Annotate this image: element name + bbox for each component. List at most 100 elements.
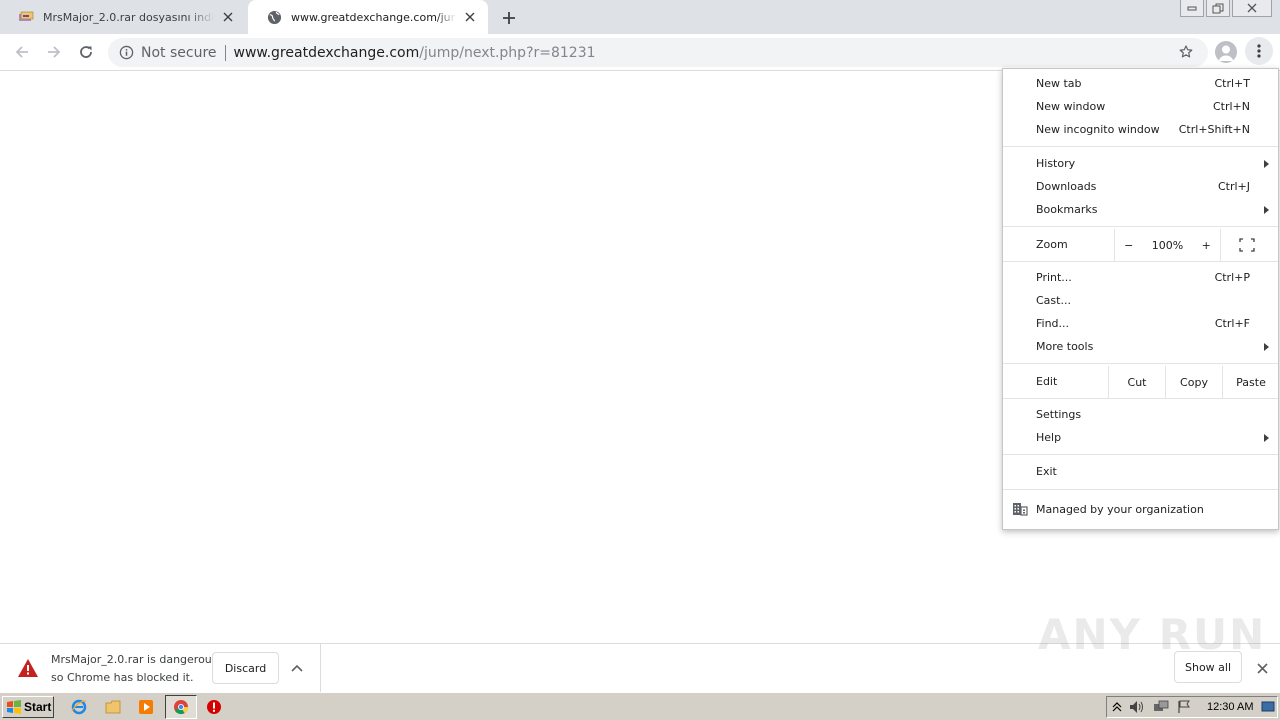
chrome-taskbar-button[interactable] xyxy=(165,695,197,719)
building-icon xyxy=(1013,503,1028,516)
menu-label: Downloads xyxy=(1036,180,1097,193)
menu-label: Cast... xyxy=(1036,294,1071,307)
menu-item-new-window[interactable]: New window Ctrl+N xyxy=(1003,95,1278,118)
volume-icon[interactable] xyxy=(1129,700,1145,714)
reload-button[interactable] xyxy=(74,40,98,64)
menu-item-exit[interactable]: Exit xyxy=(1003,460,1278,483)
folder-icon[interactable] xyxy=(104,698,122,716)
zoom-label: Zoom xyxy=(1036,238,1068,251)
address-bar[interactable]: Not secure www.greatdexchange.com/jump/n… xyxy=(108,38,1208,67)
network-icon[interactable] xyxy=(1153,700,1169,714)
menu-label: Find... xyxy=(1036,317,1070,330)
menu-item-new-incognito-window[interactable]: New incognito window Ctrl+Shift+N xyxy=(1003,118,1278,141)
zoom-controls: − 100% + xyxy=(1114,229,1221,261)
star-icon xyxy=(1179,45,1193,58)
chrome-menu-button[interactable] xyxy=(1245,37,1273,65)
menu-divider xyxy=(1003,363,1278,364)
menu-item-managed[interactable]: Managed by your organization xyxy=(1003,498,1278,521)
tab-active-greatdexchange[interactable]: www.greatdexchange.com/jump/ne xyxy=(248,0,488,34)
menu-shortcut: Ctrl+N xyxy=(1212,100,1250,113)
menu-item-print[interactable]: Print... Ctrl+P xyxy=(1003,266,1278,289)
rar-file-icon xyxy=(18,9,34,25)
download-message-line1: MrsMajor_2.0.rar is dangerous, xyxy=(51,653,221,666)
zoom-level: 100% xyxy=(1151,238,1184,252)
submenu-arrow-icon xyxy=(1264,160,1269,168)
windows-logo-icon xyxy=(7,700,21,714)
discard-button[interactable]: Discard xyxy=(212,652,279,684)
url-path: /jump/next.php?r=81231 xyxy=(419,44,596,61)
menu-item-downloads[interactable]: Downloads Ctrl+J xyxy=(1003,175,1278,198)
tab-close-icon[interactable] xyxy=(220,9,236,25)
security-label[interactable]: Not secure xyxy=(141,45,217,61)
windows-taskbar: Start 12:30 AM xyxy=(0,692,1280,720)
chevron-up-icon xyxy=(291,664,303,672)
start-button[interactable]: Start xyxy=(2,696,54,718)
zoom-out-button[interactable]: − xyxy=(1124,239,1133,252)
download-options-button[interactable] xyxy=(287,658,307,678)
start-label: Start xyxy=(24,700,52,714)
minimize-button[interactable] xyxy=(1180,0,1204,17)
taskbar-clock[interactable]: 12:30 AM xyxy=(1207,701,1253,713)
close-shelf-button[interactable] xyxy=(1253,659,1271,677)
submenu-arrow-icon xyxy=(1264,434,1269,442)
info-icon[interactable] xyxy=(118,45,134,61)
menu-edit-row: Edit Cut Copy Paste xyxy=(1003,366,1278,398)
menu-item-help[interactable]: Help xyxy=(1003,426,1278,449)
menu-item-more-tools[interactable]: More tools xyxy=(1003,335,1278,358)
show-desktop-icon[interactable] xyxy=(1261,701,1275,713)
arrow-right-icon xyxy=(48,46,61,58)
fullscreen-icon[interactable] xyxy=(1239,238,1255,252)
menu-label: More tools xyxy=(1036,340,1094,353)
tab-title: MrsMajor_2.0.rar dosyasını indir - do xyxy=(43,10,214,24)
system-tray: 12:30 AM xyxy=(1106,696,1278,718)
menu-item-new-tab[interactable]: New tab Ctrl+T xyxy=(1003,72,1278,95)
new-tab-button[interactable] xyxy=(498,7,520,29)
profile-avatar[interactable] xyxy=(1215,41,1237,63)
tab-close-icon[interactable] xyxy=(462,9,478,25)
menu-label: New window xyxy=(1036,100,1106,113)
browser-toolbar: Not secure www.greatdexchange.com/jump/n… xyxy=(0,34,1280,71)
restore-button[interactable] xyxy=(1206,0,1230,17)
stop-icon[interactable] xyxy=(205,698,223,716)
flag-icon[interactable] xyxy=(1177,700,1191,714)
menu-shortcut: Ctrl+F xyxy=(1214,317,1250,330)
close-icon xyxy=(1256,662,1268,674)
download-message-line2: so Chrome has blocked it. xyxy=(51,671,194,684)
bookmark-star-button[interactable] xyxy=(1176,42,1196,62)
menu-divider xyxy=(1003,454,1278,455)
minimize-icon xyxy=(1187,6,1197,11)
menu-label: New tab xyxy=(1036,77,1082,90)
arrow-left-icon xyxy=(15,46,28,58)
menu-item-bookmarks[interactable]: Bookmarks xyxy=(1003,198,1278,221)
menu-item-cast[interactable]: Cast... xyxy=(1003,289,1278,312)
reload-icon xyxy=(80,46,92,58)
forward-button[interactable] xyxy=(42,40,66,64)
menu-item-history[interactable]: History xyxy=(1003,152,1278,175)
zoom-in-button[interactable]: + xyxy=(1202,239,1211,252)
menu-divider xyxy=(1003,398,1278,399)
menu-item-find[interactable]: Find... Ctrl+F xyxy=(1003,312,1278,335)
edit-label: Edit xyxy=(1036,375,1058,388)
menu-label: Managed by your organization xyxy=(1036,503,1204,516)
back-button[interactable] xyxy=(10,40,34,64)
menu-divider xyxy=(1003,261,1278,262)
menu-item-settings[interactable]: Settings xyxy=(1003,403,1278,426)
omnibox-divider xyxy=(224,44,226,61)
tab-download-page[interactable]: MrsMajor_2.0.rar dosyasını indir - do xyxy=(0,0,246,34)
menu-label: Bookmarks xyxy=(1036,203,1098,216)
tray-expand-icon[interactable] xyxy=(1112,701,1122,713)
tab-title: www.greatdexchange.com/jump/ne xyxy=(291,10,456,24)
media-player-icon[interactable] xyxy=(137,698,155,716)
paste-button[interactable]: Paste xyxy=(1222,366,1279,398)
show-all-button[interactable]: Show all xyxy=(1174,651,1242,683)
menu-divider xyxy=(1003,146,1278,147)
restore-icon xyxy=(1212,3,1224,13)
copy-button[interactable]: Copy xyxy=(1165,366,1222,398)
ie-icon[interactable] xyxy=(70,698,88,716)
cut-button[interactable]: Cut xyxy=(1108,366,1165,398)
more-vert-icon xyxy=(1257,44,1261,58)
plus-icon xyxy=(503,12,515,24)
close-window-button[interactable] xyxy=(1232,0,1272,17)
menu-shortcut: Ctrl+J xyxy=(1217,180,1250,193)
menu-shortcut: Ctrl+P xyxy=(1214,271,1250,284)
